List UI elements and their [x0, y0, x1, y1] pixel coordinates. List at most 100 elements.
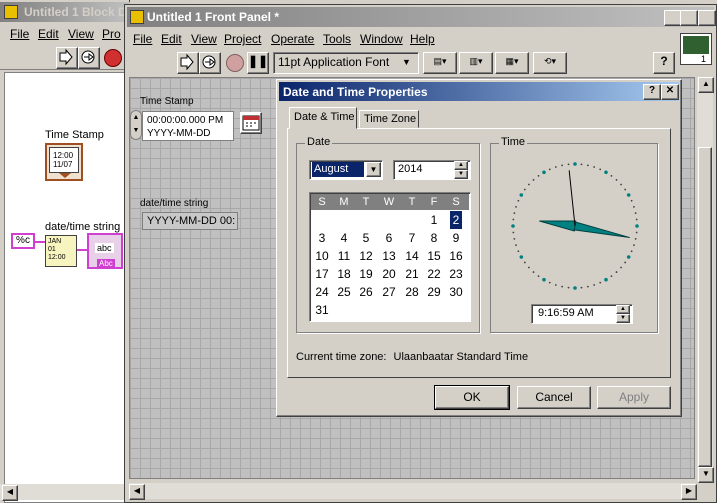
month-select-value: August — [312, 162, 364, 177]
calendar-day[interactable]: 28 — [401, 283, 423, 301]
calendar-day[interactable]: 10 — [311, 247, 333, 265]
time-browse-button[interactable] — [240, 112, 262, 134]
year-spinner[interactable]: 2014 ▲ ▼ — [393, 160, 471, 180]
tab-time-zone[interactable]: Time Zone — [359, 110, 419, 128]
block-diagram-titlebar[interactable]: Untitled 1 Block D — [0, 2, 130, 22]
calendar-grid[interactable]: S M T W T F S 1 2 3 4 5 6 7 8 9 10 11 12 13 14 15 16 17 1… — [309, 192, 471, 322]
reorder-button[interactable]: ⟲▾ — [533, 52, 567, 74]
apply-button[interactable]: Apply — [597, 386, 671, 409]
fp-menu-help[interactable]: Help — [410, 32, 435, 46]
bd-menu-view[interactable]: View — [68, 27, 94, 41]
calendar-day[interactable]: 19 — [355, 265, 377, 283]
resize-objects-button[interactable]: ▦▾ — [495, 52, 529, 74]
calendar-day[interactable]: 11 — [333, 247, 355, 265]
font-select[interactable]: 11pt Application Font ▼ — [273, 52, 419, 74]
bd-abort-button[interactable] — [104, 49, 122, 67]
ok-button[interactable]: OK — [434, 385, 510, 410]
fp-menu-operate[interactable]: Operate — [271, 32, 314, 46]
calendar-day[interactable]: 24 — [311, 283, 333, 301]
fp-menu-tools[interactable]: Tools — [323, 32, 351, 46]
calendar-day[interactable]: 13 — [378, 247, 400, 265]
calendar-day[interactable]: 25 — [333, 283, 355, 301]
dialog-close-button[interactable]: ✕ — [661, 84, 679, 100]
bd-menu-project[interactable]: Pro — [102, 27, 121, 41]
calendar-day[interactable]: 12 — [355, 247, 377, 265]
time-stamp-increment[interactable]: ▲ ▼ — [130, 110, 142, 140]
bd-run-continuous-button[interactable] — [78, 47, 100, 69]
bd-format-constant[interactable]: %c — [11, 233, 35, 249]
weekday-header: T — [408, 196, 416, 208]
abort-button[interactable] — [226, 54, 244, 72]
scroll-left-icon[interactable]: ◀ — [2, 485, 18, 501]
bd-menu-edit[interactable]: Edit — [38, 27, 59, 41]
time-stamp-control[interactable]: 00:00:00.000 PM YYYY-MM-DD — [142, 111, 234, 141]
fp-horizontal-scrollbar[interactable]: ◀ ▶ — [129, 483, 697, 500]
calendar-day[interactable]: 6 — [378, 229, 400, 247]
cancel-button[interactable]: Cancel — [517, 386, 591, 409]
close-button[interactable]: ✕ — [698, 10, 716, 26]
month-select[interactable]: August ▼ — [309, 160, 383, 180]
fp-menu-project[interactable]: Project — [224, 32, 261, 46]
dialog-titlebar[interactable]: Date and Time Properties ? ✕ — [279, 82, 679, 101]
calendar-day[interactable]: 26 — [355, 283, 377, 301]
chevron-down-icon[interactable]: ▼ — [366, 162, 381, 177]
dialog-help-button[interactable]: ? — [643, 84, 661, 100]
maximize-button[interactable]: □ — [680, 10, 698, 26]
calendar-day[interactable]: 17 — [311, 265, 333, 283]
clock-tick — [635, 218, 638, 221]
block-diagram-canvas[interactable]: Time Stamp 12:00 11/07 date/time string %… — [4, 72, 126, 503]
calendar-day[interactable]: 4 — [333, 229, 355, 247]
pause-button[interactable]: ❚❚ — [247, 52, 269, 74]
tab-date-time[interactable]: Date & Time — [289, 107, 357, 129]
calendar-day[interactable]: 1 — [423, 211, 445, 229]
align-objects-button[interactable]: ▤▾ — [423, 52, 457, 74]
year-up-icon[interactable]: ▲ — [454, 161, 468, 170]
calendar-day[interactable]: 23 — [445, 265, 467, 283]
calendar-day[interactable]: 18 — [333, 265, 355, 283]
time-up-icon[interactable]: ▲ — [616, 305, 630, 314]
calendar-day[interactable]: 3 — [311, 229, 333, 247]
calendar-day[interactable]: 9 — [445, 229, 467, 247]
calendar-day[interactable]: 2 — [450, 211, 462, 229]
bd-format-datetime-node[interactable]: JAN 01 12:00 — [45, 235, 77, 267]
calendar-day[interactable]: 15 — [423, 247, 445, 265]
bd-menu-file[interactable]: File — [10, 27, 29, 41]
time-spinner[interactable]: 9:16:59 AM ▲ ▼ — [531, 304, 633, 324]
run-button[interactable] — [177, 52, 199, 74]
calendar-day[interactable]: 14 — [401, 247, 423, 265]
calendar-day[interactable]: 30 — [445, 283, 467, 301]
fp-menu-view[interactable]: View — [191, 32, 217, 46]
calendar-day[interactable]: 20 — [378, 265, 400, 283]
scroll-right-icon[interactable]: ▶ — [681, 484, 697, 500]
calendar-day[interactable]: 5 — [355, 229, 377, 247]
calendar-day[interactable]: 27 — [378, 283, 400, 301]
calendar-day[interactable]: 21 — [401, 265, 423, 283]
calendar-day[interactable]: 31 — [311, 301, 333, 319]
distribute-objects-button[interactable]: ▥▾ — [459, 52, 493, 74]
vi-icon[interactable]: 1 — [680, 33, 712, 65]
run-continuous-button[interactable] — [199, 52, 221, 74]
bd-horizontal-scrollbar[interactable]: ◀ — [0, 484, 130, 501]
calendar-day[interactable]: 29 — [423, 283, 445, 301]
calendar-day[interactable]: 7 — [401, 229, 423, 247]
fp-menu-edit[interactable]: Edit — [161, 32, 182, 46]
scroll-up-icon[interactable]: ▲ — [698, 77, 714, 93]
year-down-icon[interactable]: ▼ — [454, 170, 468, 179]
calendar-header-row: S M T W T F S — [311, 194, 469, 210]
scroll-down-icon[interactable]: ▼ — [698, 467, 714, 483]
scroll-left-icon[interactable]: ◀ — [129, 484, 145, 500]
bd-string-indicator[interactable]: abc Abc — [87, 233, 123, 269]
calendar-day[interactable]: 22 — [423, 265, 445, 283]
scroll-thumb[interactable] — [698, 147, 712, 467]
calendar-day[interactable]: 8 — [423, 229, 445, 247]
fp-menu-window[interactable]: Window — [360, 32, 403, 46]
calendar-day[interactable]: 16 — [445, 247, 467, 265]
context-help-button[interactable]: ? — [653, 52, 675, 74]
time-down-icon[interactable]: ▼ — [616, 314, 630, 323]
fp-menu-file[interactable]: File — [133, 32, 152, 46]
front-panel-titlebar[interactable]: Untitled 1 Front Panel * _ □ ✕ — [127, 7, 716, 27]
fp-vertical-scrollbar[interactable]: ▲ ▼ — [697, 77, 714, 483]
bd-time-stamp-terminal[interactable]: 12:00 11/07 — [45, 143, 83, 181]
bd-run-button[interactable] — [56, 47, 78, 69]
clock-tick — [513, 212, 516, 215]
